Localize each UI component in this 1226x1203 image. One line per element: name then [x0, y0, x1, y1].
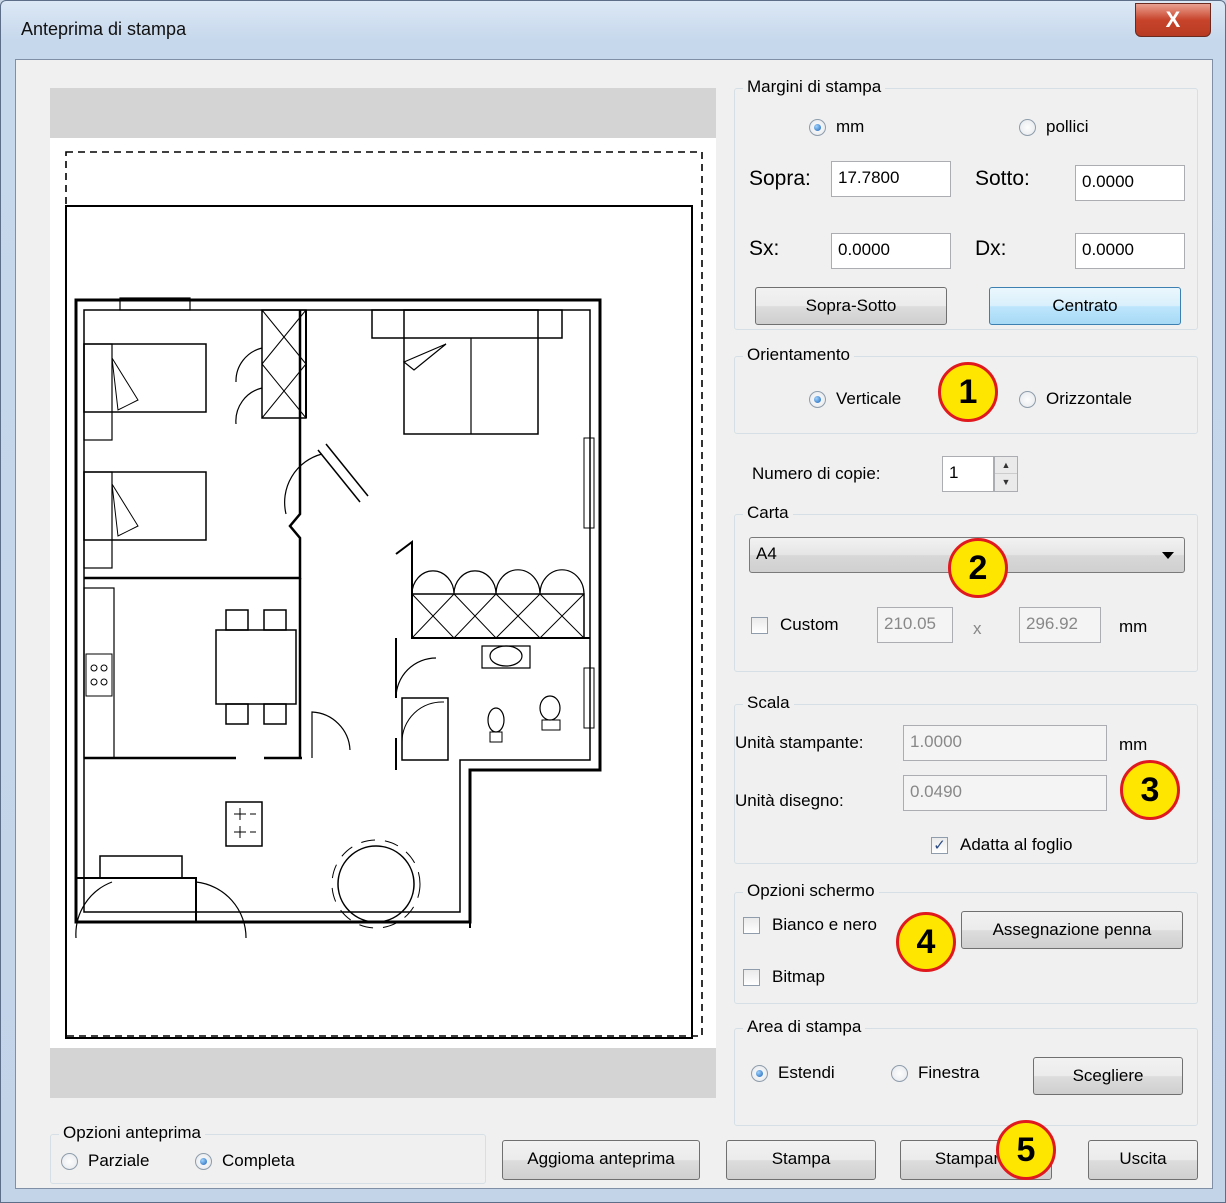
unit-mm-label: mm: [836, 117, 865, 136]
print-area-group: Area di stampa Estendi Finestra Sceglier…: [734, 1017, 1198, 1126]
margins-group-label: Margini di stampa: [743, 77, 886, 97]
radio-dot: [1019, 390, 1036, 408]
paper-height-input[interactable]: 296.92: [1019, 607, 1101, 643]
landscape-label: Orizzontale: [1046, 389, 1132, 408]
paper-group-label: Carta: [743, 503, 793, 523]
spin-up-icon[interactable]: ▲: [995, 457, 1017, 474]
radio-dot: [195, 1152, 212, 1170]
unit-inch-radio[interactable]: pollici: [1019, 117, 1089, 137]
radio-dot: [751, 1064, 768, 1082]
black-white-label: Bianco e nero: [772, 915, 877, 934]
radio-dot: [1019, 118, 1036, 136]
portrait-label: Verticale: [836, 389, 902, 408]
checkbox-box-checked: ✓: [931, 836, 948, 854]
full-label: Completa: [222, 1151, 295, 1170]
top-bottom-button[interactable]: Sopra-Sotto: [755, 287, 947, 325]
print-area-group-label: Area di stampa: [743, 1017, 866, 1037]
copies-spinner[interactable]: ▲ ▼: [994, 456, 1018, 492]
pen-assignment-button[interactable]: Assegnazione penna: [961, 911, 1183, 949]
scale-group-label: Scala: [743, 693, 794, 713]
bottom-margin-input[interactable]: 0.0000: [1075, 165, 1185, 201]
fit-to-page-checkbox[interactable]: ✓ Adatta al foglio: [931, 835, 1072, 855]
radio-dot: [61, 1152, 78, 1170]
annotation-badge-1: 1: [938, 362, 998, 422]
chevron-down-icon: [1162, 552, 1174, 559]
floor-plan-drawing: [65, 151, 703, 1039]
print-button[interactable]: Stampa: [726, 1140, 876, 1180]
partial-label: Parziale: [88, 1151, 150, 1170]
partial-radio[interactable]: Parziale: [61, 1151, 149, 1171]
printer-units-unit: mm: [1119, 735, 1148, 754]
dialog-client: Margini di stampa mm pollici Sopra: 17.7…: [15, 59, 1213, 1189]
bitmap-label: Bitmap: [772, 967, 825, 986]
window-radio[interactable]: Finestra: [891, 1063, 979, 1083]
unit-inch-label: pollici: [1046, 117, 1089, 136]
checkbox-box: [743, 968, 760, 986]
portrait-radio[interactable]: Verticale: [809, 389, 901, 409]
spin-down-icon[interactable]: ▼: [995, 474, 1017, 491]
annotation-badge-3: 3: [1120, 760, 1180, 820]
custom-paper-checkbox[interactable]: Custom: [751, 615, 839, 635]
radio-dot: [809, 390, 826, 408]
preview-options-group: Opzioni anteprima Parziale Completa: [50, 1123, 486, 1184]
paper-x-label: x: [973, 619, 982, 638]
right-margin-label: Dx:: [975, 237, 1007, 260]
unit-mm-radio[interactable]: mm: [809, 117, 864, 137]
landscape-radio[interactable]: Orizzontale: [1019, 389, 1132, 409]
right-margin-input[interactable]: 0.0000: [1075, 233, 1185, 269]
radio-dot: [809, 118, 826, 136]
custom-paper-label: Custom: [780, 615, 839, 634]
paper-width-input[interactable]: 210.05: [877, 607, 953, 643]
refresh-preview-button[interactable]: Aggioma anteprima: [502, 1140, 700, 1180]
center-button[interactable]: Centrato: [989, 287, 1181, 325]
preview-area: [50, 88, 716, 1098]
screen-options-group-label: Opzioni schermo: [743, 881, 879, 901]
fit-to-page-label: Adatta al foglio: [960, 835, 1073, 854]
close-button[interactable]: X: [1135, 3, 1211, 37]
left-margin-label: Sx:: [749, 237, 780, 260]
top-margin-input[interactable]: 17.7800: [831, 161, 951, 197]
annotation-badge-2: 2: [948, 538, 1008, 598]
black-white-checkbox[interactable]: Bianco e nero: [743, 915, 877, 935]
orientation-group-label: Orientamento: [743, 345, 854, 365]
window-title: Anteprima di stampa: [21, 19, 187, 39]
screen-options-group: Opzioni schermo Bianco e nero Bitmap Ass…: [734, 881, 1198, 1004]
preview-options-group-label: Opzioni anteprima: [59, 1123, 205, 1143]
extend-radio[interactable]: Estendi: [751, 1063, 835, 1083]
left-margin-input[interactable]: 0.0000: [831, 233, 951, 269]
printer-units-input[interactable]: 1.0000: [903, 725, 1107, 761]
top-margin-label: Sopra:: [749, 167, 811, 190]
window-label: Finestra: [918, 1063, 980, 1082]
radio-dot: [891, 1064, 908, 1082]
bitmap-checkbox[interactable]: Bitmap: [743, 967, 825, 987]
extend-label: Estendi: [778, 1063, 835, 1082]
annotation-badge-4: 4: [896, 912, 956, 972]
full-radio[interactable]: Completa: [195, 1151, 295, 1171]
checkbox-box: [743, 916, 760, 934]
copies-label: Numero di copie:: [752, 464, 881, 483]
printer-units-label: Unità stampante:: [735, 733, 864, 752]
choose-button[interactable]: Scegliere: [1033, 1057, 1183, 1095]
paper-unit-label: mm: [1119, 617, 1148, 636]
copies-input[interactable]: 1: [942, 456, 994, 492]
checkbox-box: [751, 616, 768, 634]
paper-size-value: A4: [756, 544, 777, 563]
title-bar: Anteprima di stampa X: [1, 1, 1225, 59]
annotation-badge-5: 5: [996, 1120, 1056, 1180]
exit-button[interactable]: Uscita: [1088, 1140, 1198, 1180]
drawing-units-label: Unità disegno:: [735, 791, 844, 810]
bottom-margin-label: Sotto:: [975, 167, 1030, 190]
print-preview-window: Anteprima di stampa X Margini di stampa …: [0, 0, 1226, 1203]
margins-group: Margini di stampa mm pollici Sopra: 17.7…: [734, 77, 1198, 330]
preview-page: [50, 138, 716, 1048]
drawing-units-input[interactable]: 0.0490: [903, 775, 1107, 811]
